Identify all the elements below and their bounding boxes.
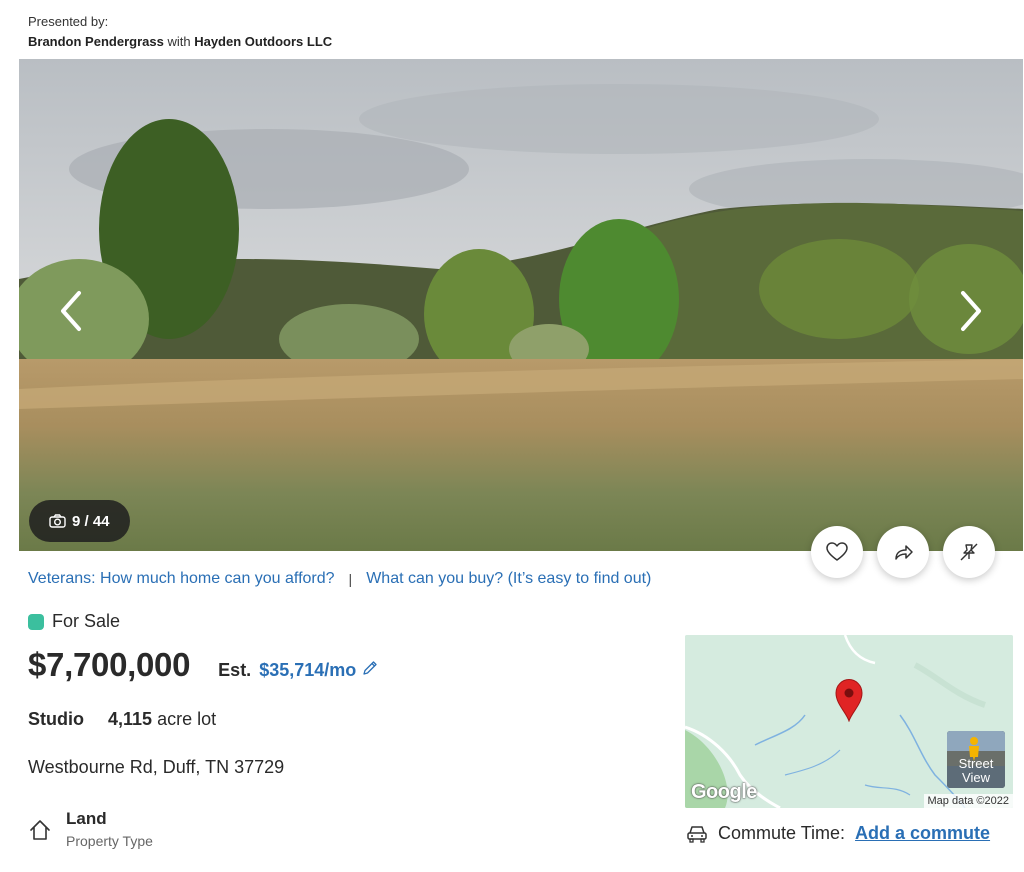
photo-gallery[interactable]: 9 / 44 xyxy=(19,59,1023,551)
lot-size-value: 4,115 xyxy=(108,709,153,729)
bedrooms: Studio xyxy=(28,709,84,729)
hide-listing-button[interactable] xyxy=(943,526,995,578)
estimate-label: Est. xyxy=(218,660,252,680)
listing-specs: Studio 4,115 acre lot xyxy=(28,709,216,730)
link-separator: | xyxy=(348,571,353,587)
edit-payment-button[interactable] xyxy=(362,660,378,676)
car-icon xyxy=(687,825,707,843)
agent-line: Brandon Pendergrass with Hayden Outdoors… xyxy=(28,32,332,52)
property-type-text: Land Property Type xyxy=(66,808,153,849)
street-view-button[interactable]: Street View xyxy=(947,731,1005,788)
share-icon xyxy=(895,545,913,560)
commute-label: Commute Time: xyxy=(718,823,846,843)
status-indicator xyxy=(28,613,44,630)
chevron-right-icon xyxy=(961,291,981,331)
map-pin-icon[interactable] xyxy=(834,678,864,722)
property-type-label: Property Type xyxy=(66,833,153,849)
add-commute-link[interactable]: Add a commute xyxy=(855,823,990,844)
listing-photo xyxy=(19,59,1023,551)
veterans-link[interactable]: Veterans: How much home can you afford? xyxy=(28,570,335,588)
property-type-value: Land xyxy=(66,809,107,828)
presented-by: Presented by: Brandon Pendergrass with H… xyxy=(28,12,332,52)
pencil-icon xyxy=(363,661,377,675)
status-text: For Sale xyxy=(52,611,121,631)
heart-icon xyxy=(826,542,848,561)
presented-label: Presented by: xyxy=(28,14,109,29)
listing-address: Westbourne Rd, Duff, TN 37729 xyxy=(28,757,285,777)
what-can-you-buy-link[interactable]: What can you buy? (It’s easy to find out… xyxy=(366,570,651,588)
listing-price: $7,700,000 xyxy=(28,646,191,683)
street-view-label: Street View xyxy=(958,756,994,785)
brokerage-name: Hayden Outdoors LLC xyxy=(194,34,333,49)
share-button[interactable] xyxy=(877,526,929,578)
house-icon xyxy=(30,820,50,840)
hide-icon xyxy=(960,543,978,561)
price-row: $7,700,000 Est. $35,714/mo xyxy=(28,646,378,684)
previous-photo-button[interactable] xyxy=(41,281,101,341)
with-text: with xyxy=(167,34,191,49)
estimated-payment-link[interactable]: $35,714/mo xyxy=(259,660,356,681)
lot-size: 4,115 acre lot xyxy=(108,709,216,730)
listing-status: For Sale xyxy=(28,611,120,632)
google-logo: Google xyxy=(691,781,757,803)
property-type: Land Property Type xyxy=(28,808,153,849)
photo-counter-button[interactable]: 9 / 44 xyxy=(29,500,130,542)
favorite-button[interactable] xyxy=(811,526,863,578)
camera-icon xyxy=(49,514,66,528)
lot-size-unit: acre lot xyxy=(157,709,217,729)
next-photo-button[interactable] xyxy=(941,281,1001,341)
affordability-links: Veterans: How much home can you afford? … xyxy=(28,570,651,588)
chevron-left-icon xyxy=(61,291,81,331)
agent-name: Brandon Pendergrass xyxy=(28,34,164,49)
map-attribution: Map data ©2022 xyxy=(923,794,1013,808)
commute-section: Commute Time: Add a commute xyxy=(686,823,990,844)
location-map[interactable]: Street View Google Map data ©2022 xyxy=(685,635,1013,808)
photo-counter-text: 9 / 44 xyxy=(72,512,110,530)
